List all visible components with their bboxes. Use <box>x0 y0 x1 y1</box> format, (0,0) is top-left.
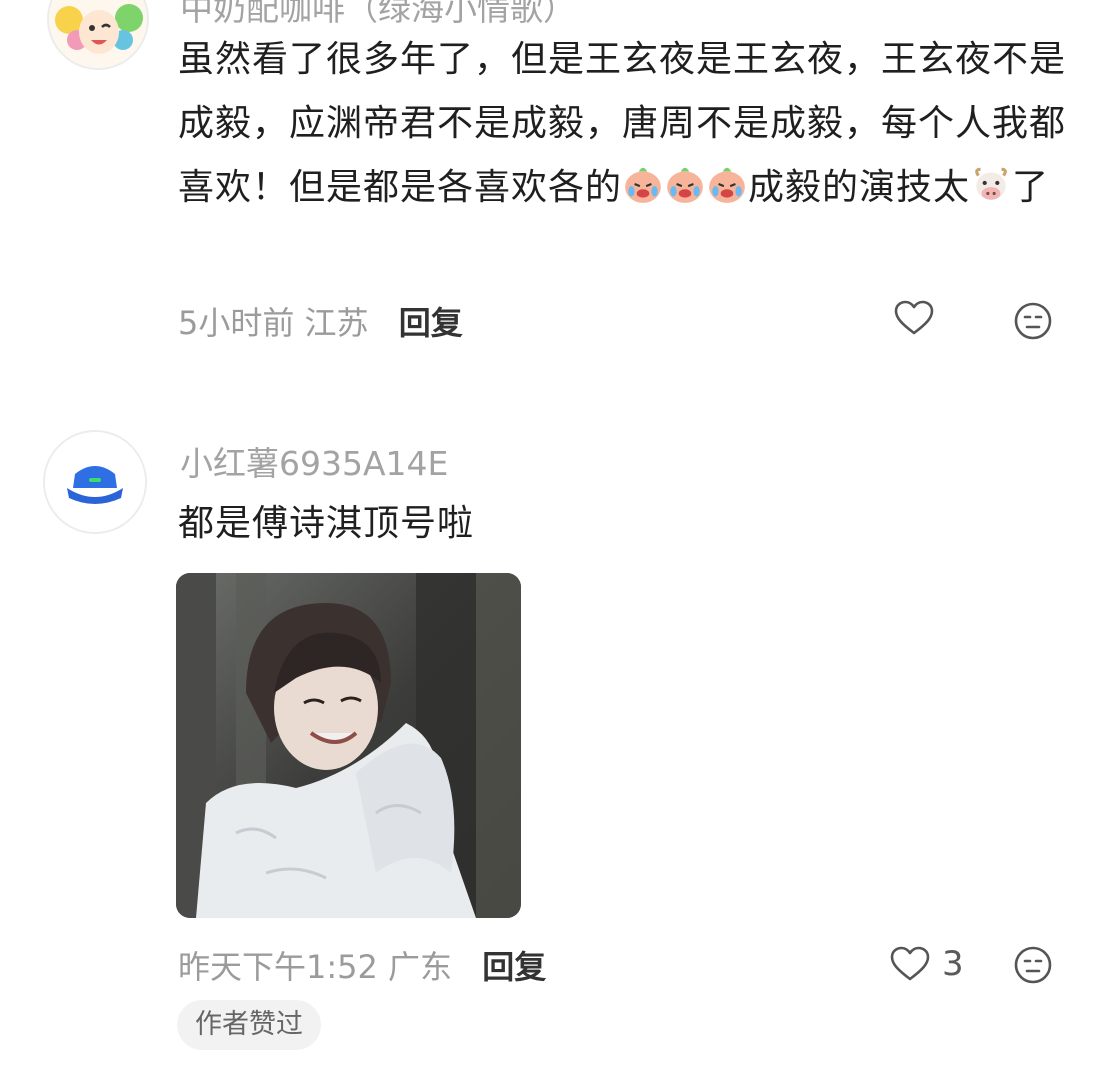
avatar[interactable] <box>47 0 149 70</box>
heart-icon <box>894 300 934 335</box>
like-count: 3 <box>942 944 964 984</box>
comment-location: 江苏 <box>304 304 369 342</box>
comment-username[interactable]: 小红薯6935A14E <box>180 437 448 485</box>
dislike-face-icon[interactable] <box>1013 945 1053 985</box>
author-liked-badge: 作者赞过 <box>177 1000 321 1050</box>
comment-text-part: 了 <box>1012 167 1050 208</box>
comment-meta: 5小时前 江苏 回复 <box>178 298 463 344</box>
comment-time: 5小时前 <box>178 304 295 342</box>
crying-peach-emoji <box>709 167 745 203</box>
comment-text-part: 成毅的演技太 <box>748 167 971 208</box>
comment-username[interactable]: 中奶配咖啡（绿海小情歌） <box>180 0 576 30</box>
comment-text: 都是傅诗淇顶号啦 <box>178 503 475 544</box>
heart-icon <box>890 946 930 981</box>
comment-image[interactable] <box>176 573 521 918</box>
comment-location: 广东 <box>388 948 453 986</box>
comment-time: 昨天下午1:52 <box>178 948 378 986</box>
comment-meta: 昨天下午1:52 广东 回复 <box>178 942 546 988</box>
reply-button[interactable]: 回复 <box>399 298 463 344</box>
cow-emoji <box>975 167 1007 200</box>
avatar[interactable] <box>43 430 147 534</box>
reply-button[interactable]: 回复 <box>482 942 546 988</box>
comment-text: 虽然看了很多年了，但是王玄夜是王玄夜，王玄夜不是成毅，应渊帝君不是成毅，唐周不是… <box>178 28 1078 220</box>
crying-peach-emoji <box>667 167 703 203</box>
dislike-face-icon[interactable] <box>1013 301 1053 341</box>
crying-peach-emoji <box>625 167 661 203</box>
like-button[interactable] <box>894 300 934 336</box>
like-button[interactable]: 3 <box>890 944 964 984</box>
